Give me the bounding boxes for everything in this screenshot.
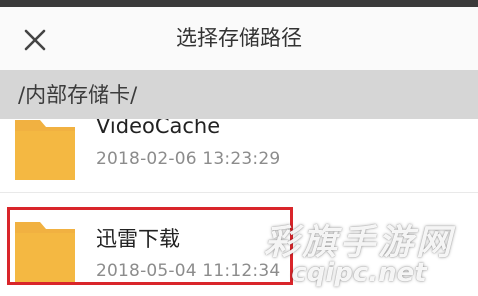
file-modified-date: 2018-05-04 11:12:34 (96, 261, 281, 281)
list-item[interactable]: VideoCache 2018-02-06 13:23:29 (0, 119, 478, 197)
dialog-header: 选择存储路径 (0, 7, 478, 70)
folder-icon (14, 119, 76, 181)
file-list: VideoCache 2018-02-06 13:23:29 迅雷下载 2018… (0, 119, 478, 296)
breadcrumb: /内部存储卡/ (0, 70, 478, 119)
file-name: 迅雷下载 (96, 227, 180, 251)
file-modified-date: 2018-02-06 13:23:29 (96, 149, 281, 169)
list-item[interactable]: 迅雷下载 2018-05-04 11:12:34 (0, 209, 478, 296)
status-bar (0, 0, 478, 7)
dialog-title: 选择存储路径 (176, 26, 302, 50)
file-name: VideoCache (96, 119, 221, 138)
row-divider (0, 192, 478, 193)
current-path[interactable]: /内部存储卡/ (18, 70, 137, 119)
folder-icon (14, 219, 76, 283)
